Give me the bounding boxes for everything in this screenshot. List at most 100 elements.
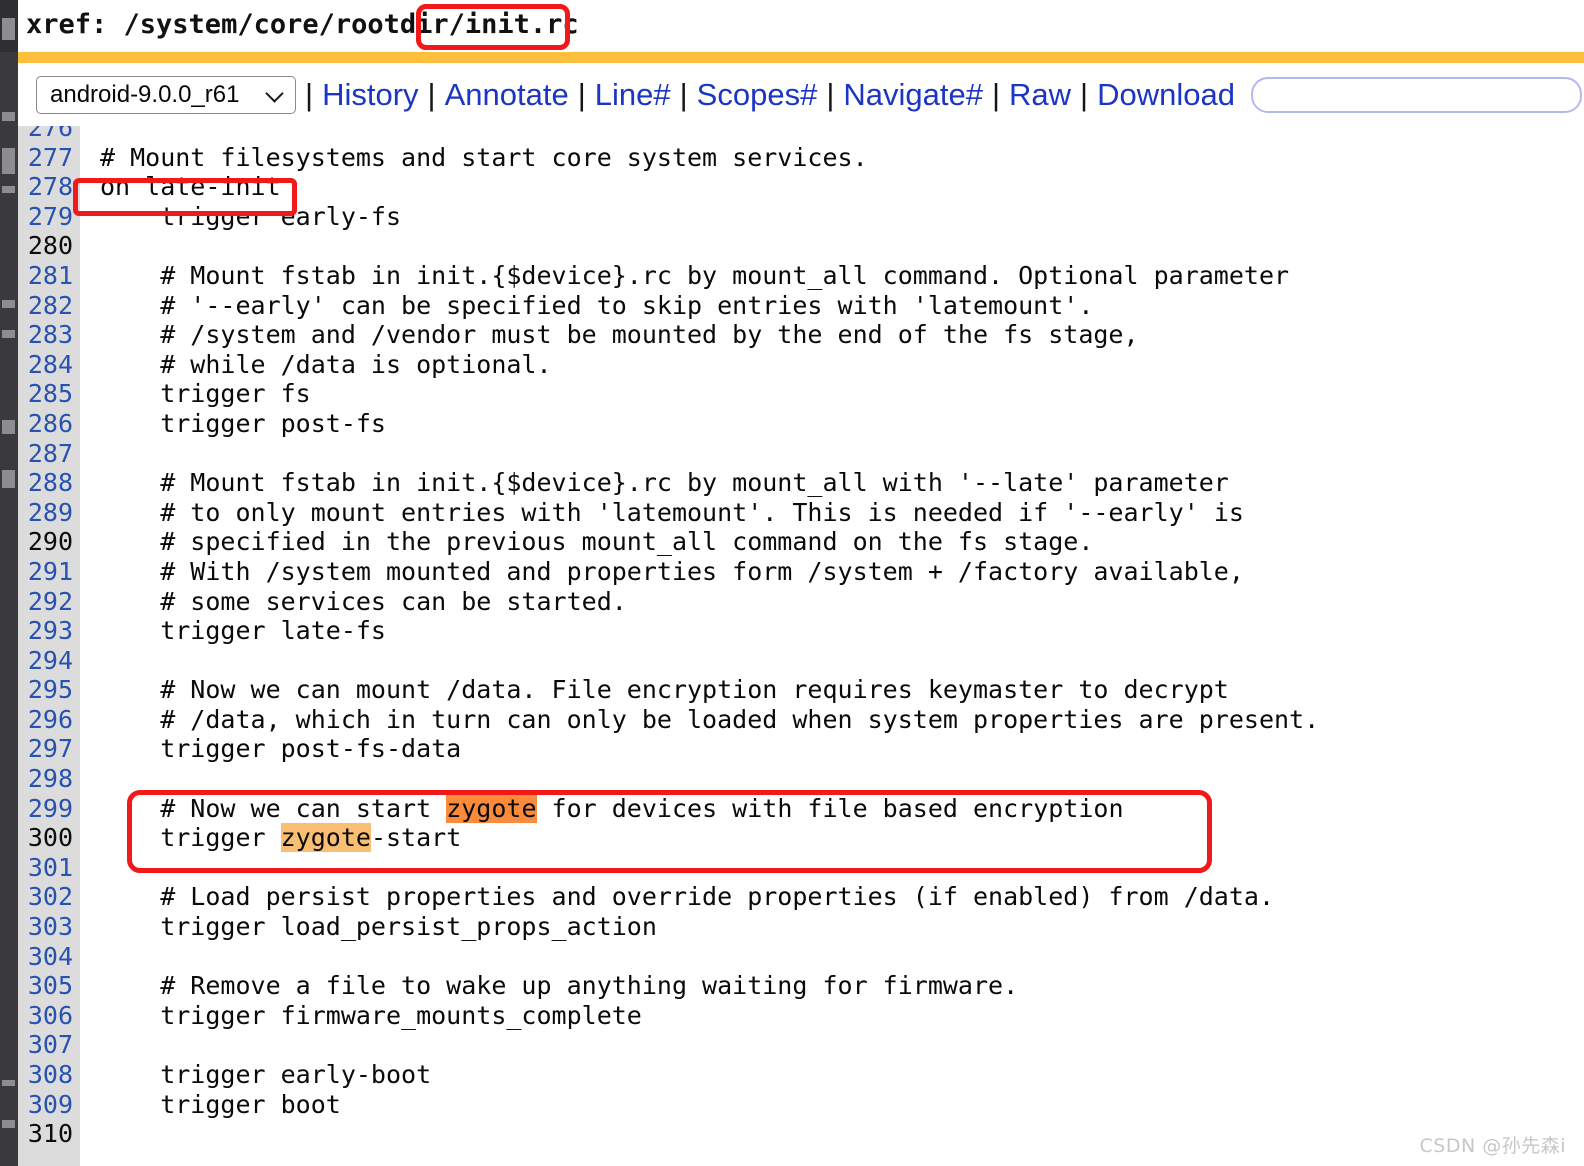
- code-line-text: # Load persist properties and override p…: [100, 882, 1274, 912]
- code-line-text: trigger boot: [100, 1089, 341, 1119]
- line-number-289[interactable]: 289: [18, 497, 80, 528]
- line-number-300[interactable]: 300: [18, 823, 80, 853]
- version-select[interactable]: android-9.0.0_r61: [36, 75, 296, 114]
- code-line: 295 # Now we can mount /data. File encry…: [18, 675, 1584, 705]
- code-line-text: # /system and /vendor must be mounted by…: [100, 320, 1139, 350]
- line-number-278[interactable]: 278: [18, 172, 80, 202]
- toolbar-separator-6: |: [1080, 77, 1089, 112]
- line-number-282[interactable]: 282: [18, 290, 80, 321]
- line-number-299[interactable]: 299: [18, 793, 80, 824]
- toolbar-separator-1: |: [427, 77, 436, 112]
- line-number-303[interactable]: 303: [18, 912, 80, 942]
- line-number-293[interactable]: 293: [18, 616, 80, 646]
- line-number-286[interactable]: 286: [18, 408, 80, 439]
- watermark: CSDN @孙先森i: [1419, 1135, 1566, 1157]
- code-line-text: trigger early-boot: [100, 1060, 432, 1089]
- code-line: 304: [18, 941, 1584, 972]
- line-number-277[interactable]: 277: [18, 142, 80, 173]
- line-number-285[interactable]: 285: [18, 379, 80, 409]
- ruler-mark-5: [2, 330, 15, 338]
- line-number-301[interactable]: 301: [18, 852, 80, 883]
- line-number-296[interactable]: 296: [18, 704, 80, 735]
- code-line: 289 # to only mount entries with 'latemo…: [18, 497, 1584, 528]
- search-hit-active: zygote: [446, 793, 537, 823]
- code-line: 284 # while /data is optional.: [18, 349, 1584, 380]
- code-line: 296 # /data, which in turn can only be l…: [18, 704, 1584, 735]
- line-number-288[interactable]: 288: [18, 468, 80, 498]
- code-line-text: trigger zygote-start: [100, 823, 462, 853]
- toolbar-link-linenum[interactable]: Line#: [595, 79, 671, 110]
- code-line: 297 trigger post-fs-data: [18, 734, 1584, 765]
- toolbar-link-raw[interactable]: Raw: [1009, 79, 1071, 110]
- code-line-text: # some services can be started.: [100, 586, 627, 616]
- toolbar-link-download[interactable]: Download: [1097, 79, 1235, 110]
- code-line-text: # /data, which in turn can only be loade…: [100, 704, 1320, 734]
- toolbar-separator-3: |: [679, 77, 688, 112]
- line-number-295[interactable]: 295: [18, 675, 80, 705]
- line-number-287[interactable]: 287: [18, 438, 80, 469]
- code-line: 281 # Mount fstab in init.{$device}.rc b…: [18, 260, 1584, 291]
- line-number-309[interactable]: 309: [18, 1089, 80, 1120]
- chevron-down-icon: [267, 86, 284, 103]
- line-number-276[interactable]: 276: [18, 126, 80, 143]
- code-line: 309 trigger boot: [18, 1089, 1584, 1120]
- line-number-307[interactable]: 307: [18, 1030, 80, 1060]
- line-number-284[interactable]: 284: [18, 349, 80, 380]
- code-line-text: # to only mount entries with 'latemount'…: [100, 497, 1244, 527]
- code-line: 283 # /system and /vendor must be mounte…: [18, 320, 1584, 350]
- line-number-306[interactable]: 306: [18, 1000, 80, 1031]
- line-number-281[interactable]: 281: [18, 260, 80, 291]
- line-number-297[interactable]: 297: [18, 734, 80, 765]
- code-line: 286 trigger post-fs: [18, 408, 1584, 439]
- toolbar-link-navigate[interactable]: Navigate#: [843, 79, 983, 110]
- version-select-label: android-9.0.0_r61: [50, 80, 240, 108]
- code-line: 308 trigger early-boot: [18, 1060, 1584, 1090]
- search-input[interactable]: [1250, 76, 1582, 113]
- line-number-310[interactable]: 310: [18, 1119, 80, 1149]
- ruler-mark-7: [2, 470, 15, 488]
- code-line-text: # specified in the previous mount_all co…: [100, 527, 1094, 557]
- line-number-304[interactable]: 304: [18, 941, 80, 972]
- code-line-text: on late-init: [100, 172, 281, 202]
- code-line: 282 # '--early' can be specified to skip…: [18, 290, 1584, 321]
- code-line-text: # Mount fstab in init.{$device}.rc by mo…: [100, 260, 1290, 290]
- code-line: 306 trigger firmware_mounts_complete: [18, 1000, 1584, 1031]
- code-line-text: trigger firmware_mounts_complete: [100, 1000, 642, 1030]
- code-line-text: # while /data is optional.: [100, 349, 552, 379]
- ruler-mark-4: [2, 300, 15, 308]
- line-number-305[interactable]: 305: [18, 971, 80, 1001]
- code-line-text: # Now we can start zygote for devices wi…: [100, 793, 1124, 823]
- code-line: 290 # specified in the previous mount_al…: [18, 527, 1584, 557]
- code-line: 294: [18, 645, 1584, 676]
- line-number-308[interactable]: 308: [18, 1060, 80, 1090]
- code-line: 300 trigger zygote-start: [18, 823, 1584, 853]
- ruler-mark-2: [2, 148, 15, 174]
- line-number-290[interactable]: 290: [18, 527, 80, 557]
- toolbar-link-annotate[interactable]: Annotate: [445, 79, 569, 110]
- code-line-text: # Mount fstab in init.{$device}.rc by mo…: [100, 468, 1229, 498]
- code-line: 280: [18, 231, 1584, 261]
- toolbar-link-scopes[interactable]: Scopes#: [697, 79, 818, 110]
- line-number-298[interactable]: 298: [18, 764, 80, 794]
- line-number-294[interactable]: 294: [18, 645, 80, 676]
- code-line: 279 trigger early-fs: [18, 201, 1584, 232]
- toolbar-link-history[interactable]: History: [322, 79, 418, 110]
- accent-divider: [18, 52, 1584, 63]
- code-line-text: # Now we can mount /data. File encryptio…: [100, 675, 1229, 705]
- search-hit: zygote: [280, 823, 371, 853]
- line-number-291[interactable]: 291: [18, 556, 80, 587]
- line-number-279[interactable]: 279: [18, 201, 80, 232]
- code-line: 303 trigger load_persist_props_action: [18, 912, 1584, 942]
- overview-ruler-scrollbar[interactable]: [0, 0, 18, 1166]
- code-line-text: trigger late-fs: [100, 616, 386, 646]
- line-number-280[interactable]: 280: [18, 231, 80, 261]
- code-line: 310: [18, 1119, 1584, 1149]
- breadcrumb[interactable]: xref: /system/core/rootdir/init.rc: [26, 9, 579, 40]
- code-line-text: trigger post-fs-data: [100, 734, 462, 764]
- ruler-mark-0: [2, 18, 15, 40]
- line-number-292[interactable]: 292: [18, 586, 80, 617]
- line-number-302[interactable]: 302: [18, 882, 80, 913]
- code-line-text: # With /system mounted and properties fo…: [100, 556, 1244, 586]
- line-number-283[interactable]: 283: [18, 320, 80, 350]
- code-line: 287: [18, 438, 1584, 469]
